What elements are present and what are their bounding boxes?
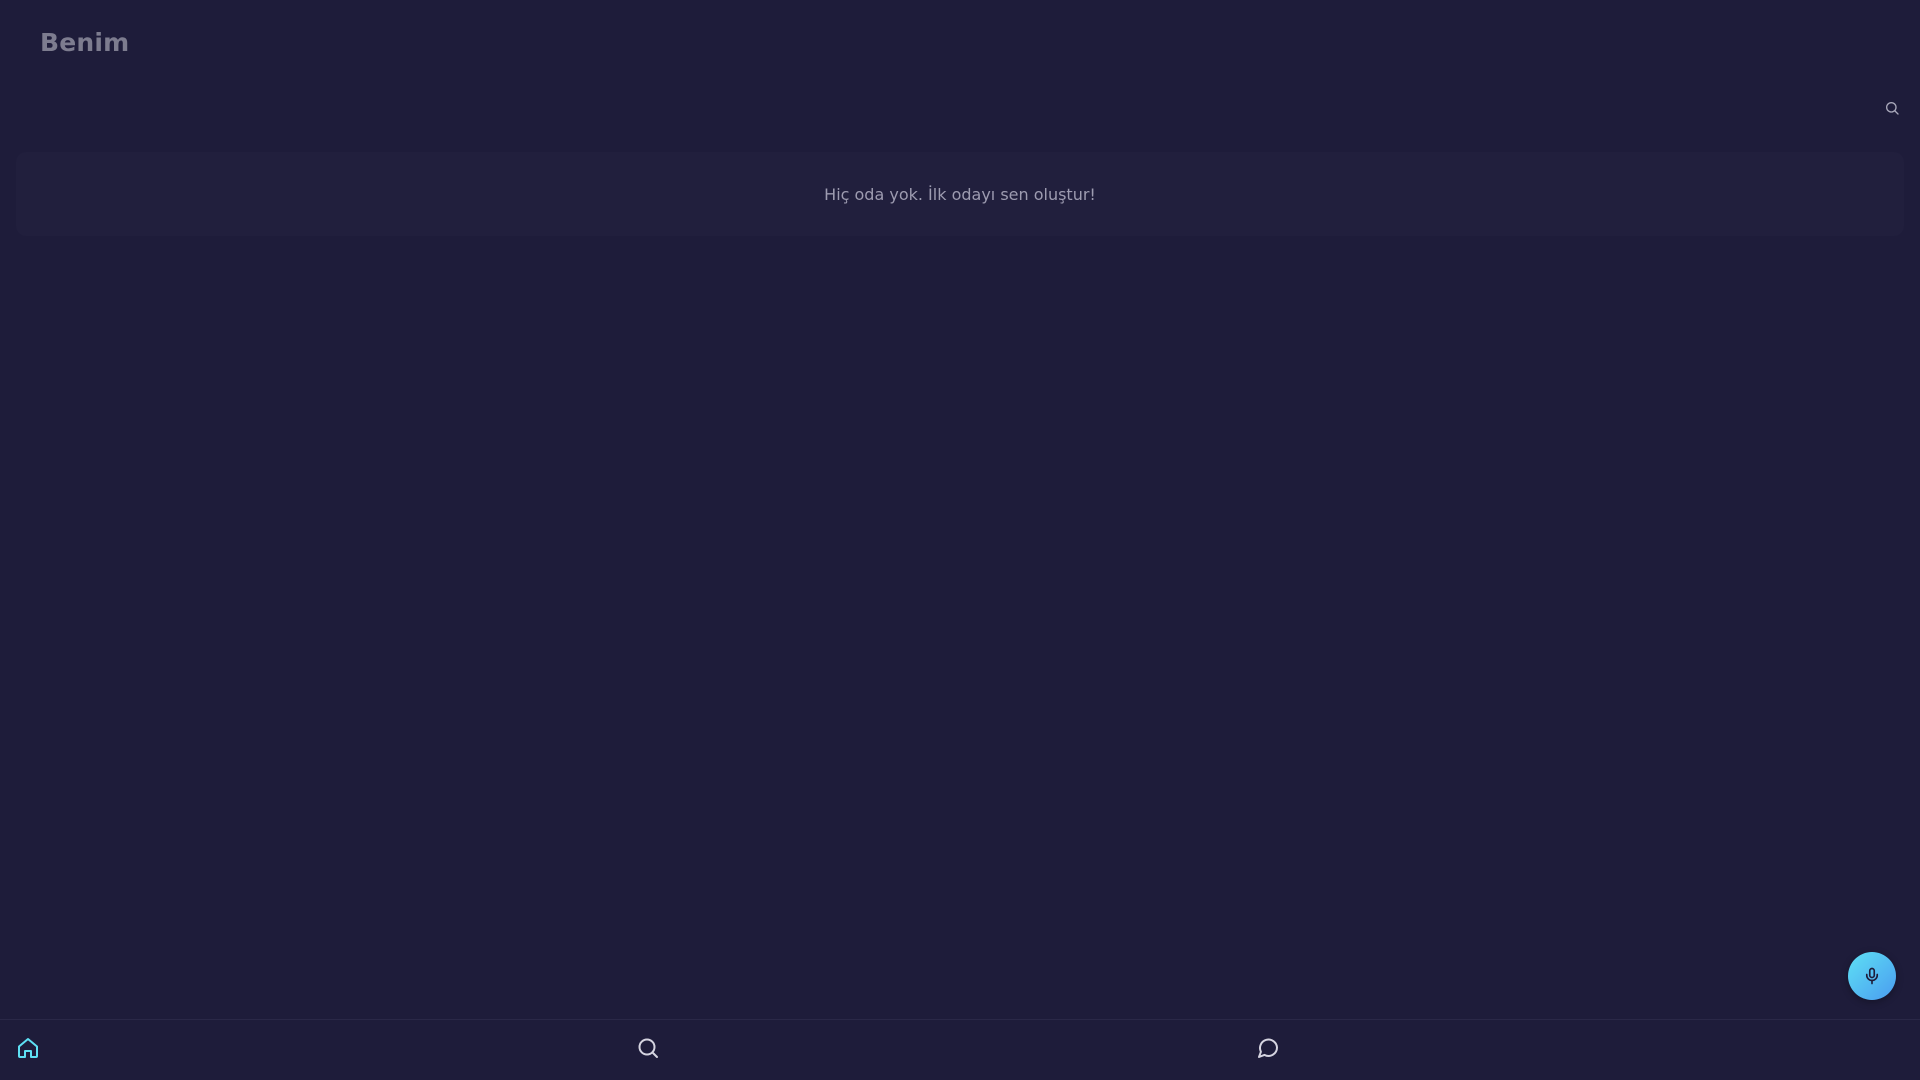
search-icon [636,1036,660,1060]
app-root: Benim Hiç oda yok. İlk odayı sen oluştur… [0,0,1920,1080]
search-icon [1884,100,1900,116]
home-icon [16,1036,40,1060]
chat-icon [1256,1036,1280,1060]
header-search-button[interactable] [1880,96,1904,120]
bottom-navigation [0,1019,1920,1080]
microphone-icon [1863,967,1881,985]
microphone-button[interactable] [1848,952,1896,1000]
rooms-empty-state: Hiç oda yok. İlk odayı sen oluştur! [16,152,1904,236]
nav-home[interactable] [10,1030,46,1066]
page-title: Benim [40,28,130,57]
nav-search[interactable] [630,1030,666,1066]
nav-chat[interactable] [1250,1030,1286,1066]
empty-state-message: Hiç oda yok. İlk odayı sen oluştur! [824,184,1096,204]
